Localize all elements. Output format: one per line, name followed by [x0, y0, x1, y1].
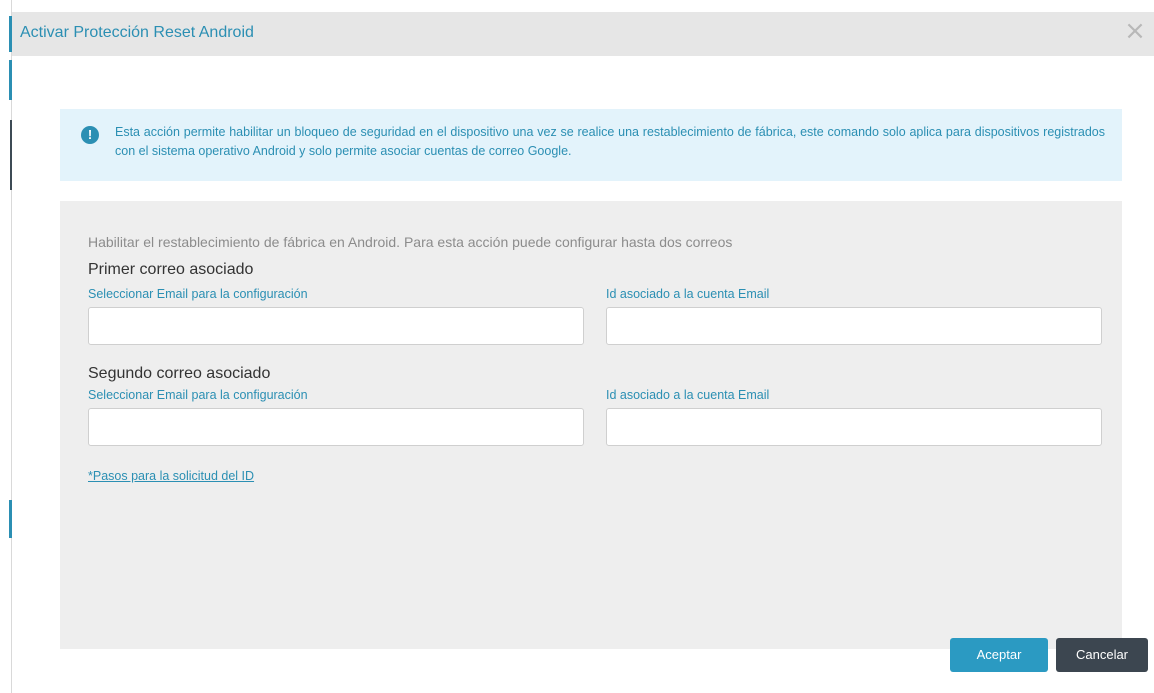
form-panel: Habilitar el restablecimiento de fábrica… — [60, 201, 1122, 649]
reset-protection-dialog: Activar Protección Reset Android × ! Est… — [12, 0, 1154, 693]
alert-icon: ! — [81, 126, 99, 144]
second-email-select-label: Seleccionar Email para la configuración — [88, 388, 308, 402]
first-email-section-title: Primer correo asociado — [88, 261, 254, 278]
second-email-section-title: Segundo correo asociado — [88, 365, 271, 382]
cancel-button[interactable]: Cancelar — [1056, 638, 1148, 672]
first-email-select-label: Seleccionar Email para la configuración — [88, 287, 308, 301]
first-id-input[interactable] — [606, 307, 1102, 345]
accept-button[interactable]: Aceptar — [950, 638, 1048, 672]
dialog-titlebar: Activar Protección Reset Android × — [12, 12, 1154, 56]
first-email-input[interactable] — [88, 307, 584, 345]
dialog-title: Activar Protección Reset Android — [20, 24, 254, 41]
second-id-input[interactable] — [606, 408, 1102, 446]
info-notice-text: Esta acción permite habilitar un bloqueo… — [115, 125, 1105, 158]
info-notice: ! Esta acción permite habilitar un bloqu… — [60, 109, 1122, 181]
id-request-steps-link[interactable]: *Pasos para la solicitud del ID — [88, 469, 254, 483]
form-intro-text: Habilitar el restablecimiento de fábrica… — [88, 234, 733, 250]
close-icon[interactable]: × — [1122, 18, 1148, 44]
second-id-label: Id asociado a la cuenta Email — [606, 388, 770, 402]
first-id-label: Id asociado a la cuenta Email — [606, 287, 770, 301]
second-email-input[interactable] — [88, 408, 584, 446]
background-app-strip — [0, 0, 12, 693]
